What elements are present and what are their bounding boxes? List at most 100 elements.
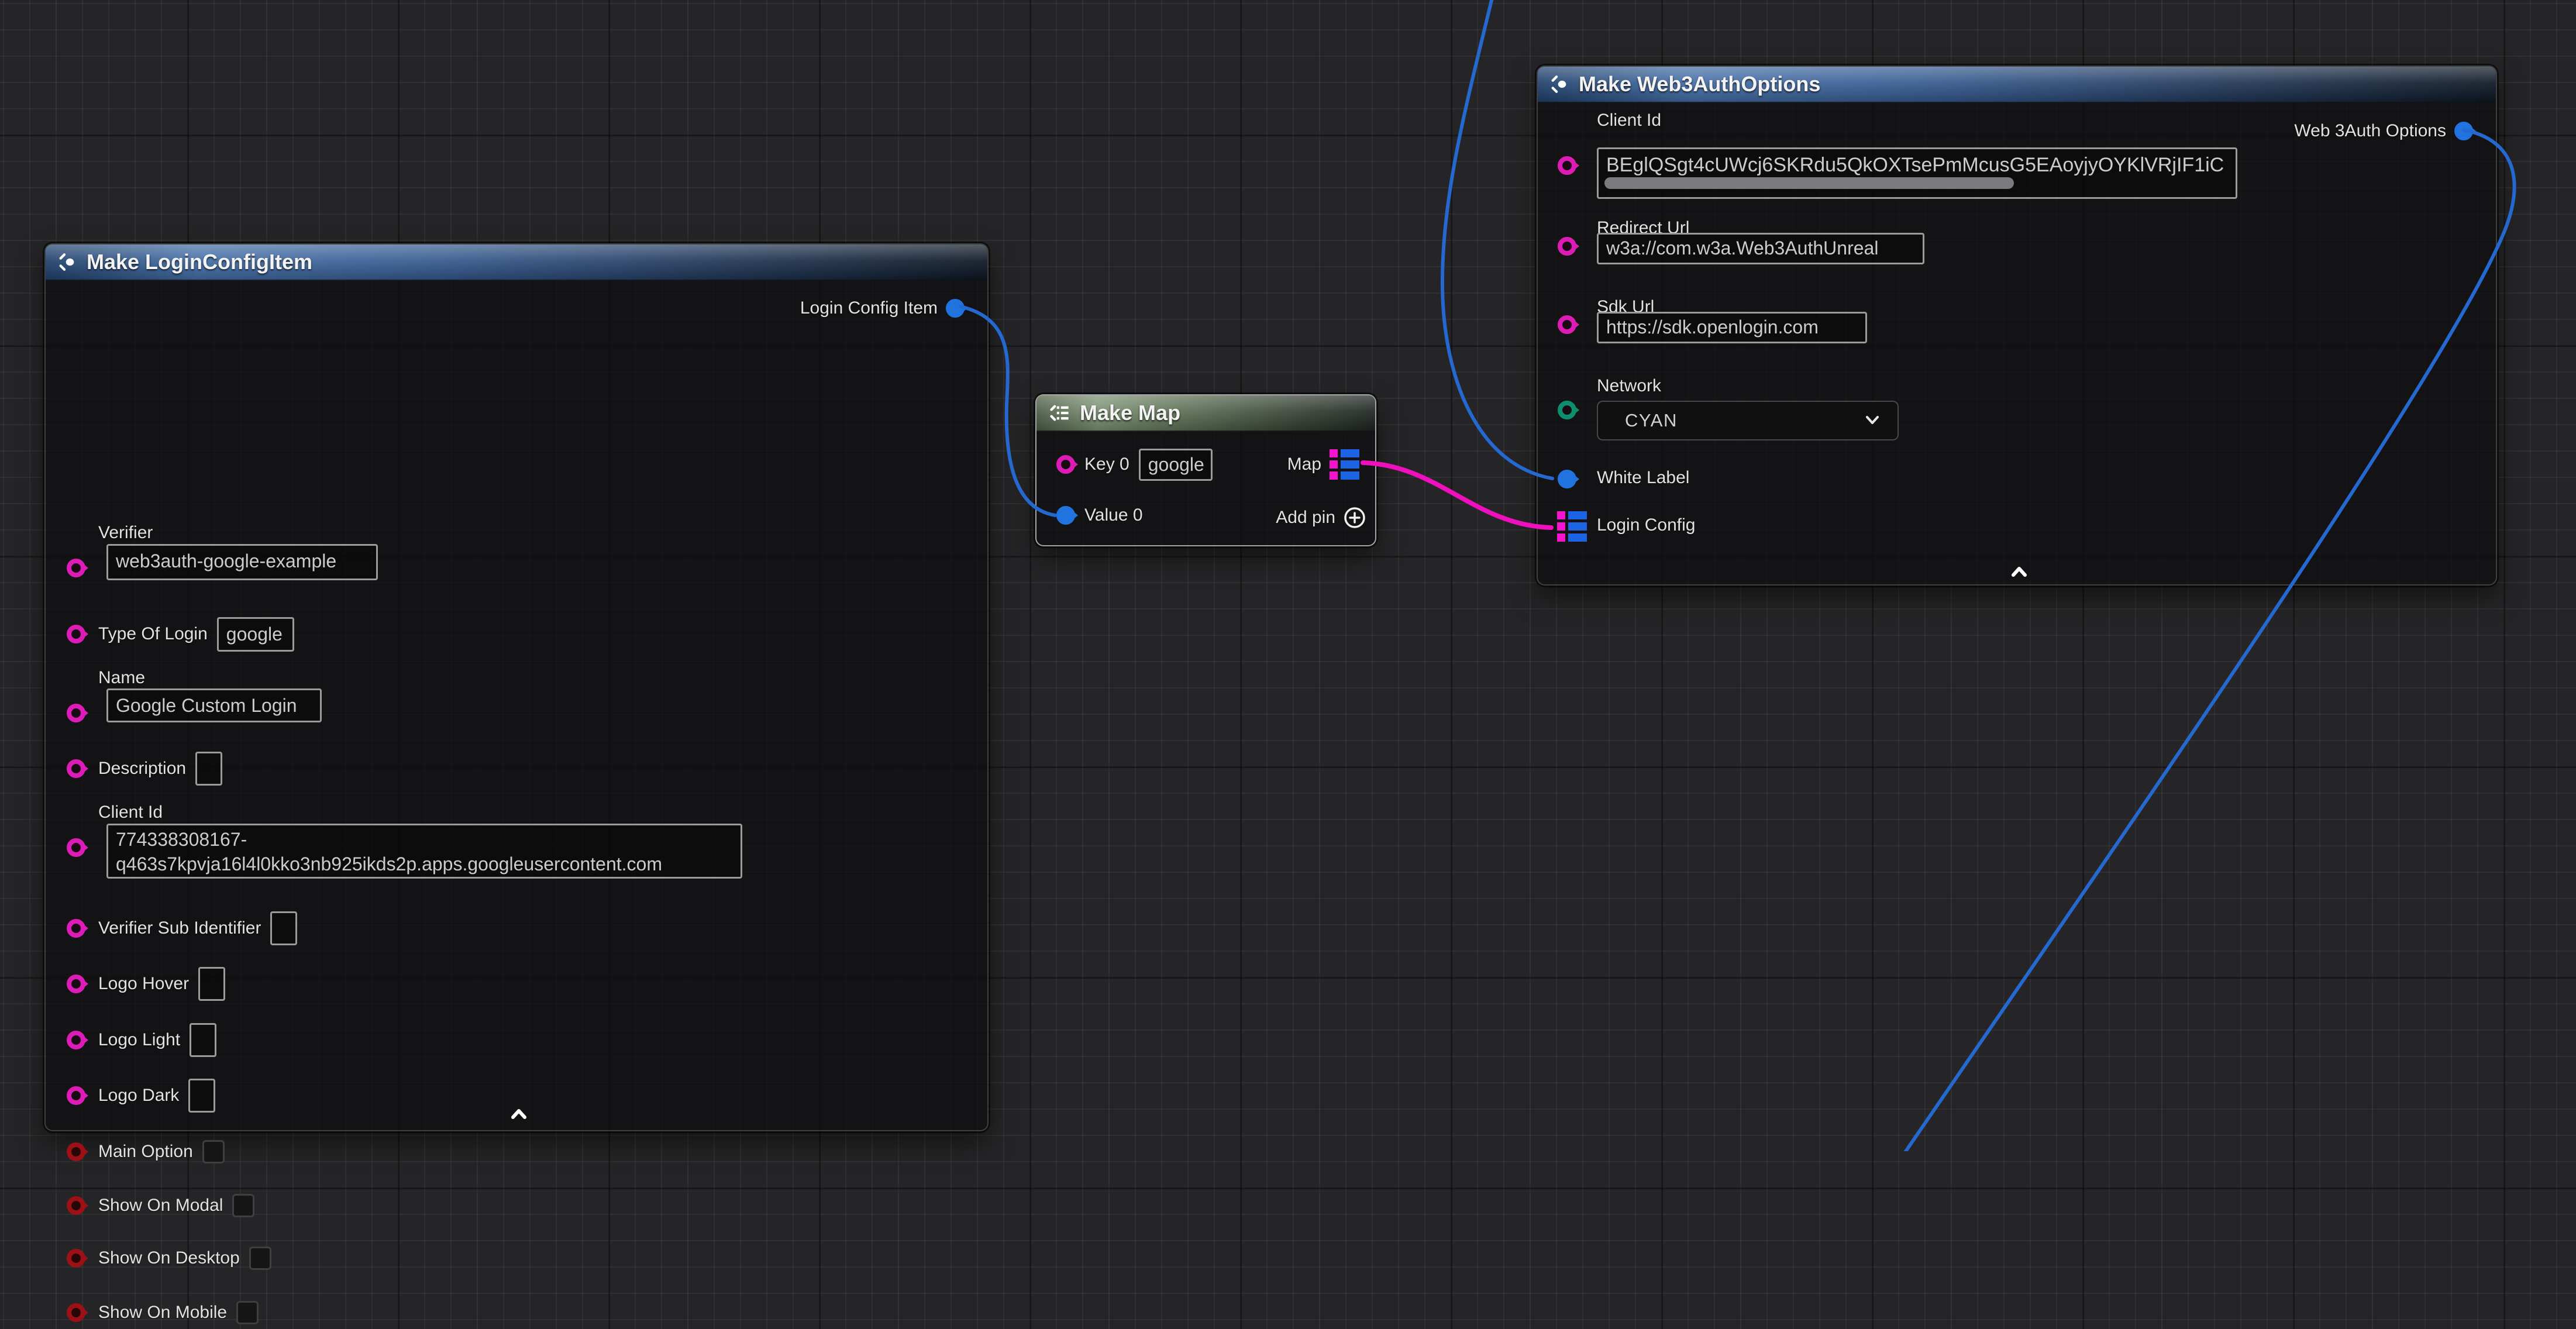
pin-login-config[interactable] <box>1557 511 1587 542</box>
row-description: Description <box>98 752 222 785</box>
redirect-url-input[interactable]: w3a://com.w3a.Web3AuthUnreal <box>1597 233 1924 264</box>
show-on-modal-checkbox[interactable] <box>232 1194 254 1217</box>
node-title: Make LoginConfigItem <box>87 250 312 274</box>
pin-label-network: Network <box>1597 376 1661 396</box>
pin-type-of-login[interactable] <box>67 625 85 643</box>
pin-redirect-url[interactable] <box>1558 237 1576 256</box>
pin-label-web3auth-options: Web 3Auth Options <box>2294 121 2446 141</box>
pin-white-label[interactable] <box>1558 470 1576 488</box>
client-id-input[interactable]: 774338308167-q463s7kpvja16l4l0kko3nb925i… <box>106 824 742 879</box>
pin-description[interactable] <box>67 759 85 778</box>
pin-label-client-id: Client Id <box>1597 111 1661 130</box>
pin-verifier-sub-identifier[interactable] <box>67 919 85 938</box>
pin-sdk-url[interactable] <box>1558 315 1576 334</box>
pin-label-white-label: White Label <box>1597 468 1689 488</box>
pin-show-on-modal[interactable] <box>67 1196 85 1215</box>
row-verifier-sub-identifier: Verifier Sub Identifier <box>98 912 297 945</box>
pin-label-type-of-login: Type Of Login <box>98 624 208 644</box>
pin-label-login-config: Login Config <box>1597 515 1695 535</box>
pin-label-description: Description <box>98 759 186 779</box>
pin-label-logo-dark: Logo Dark <box>98 1086 179 1106</box>
pin-label-value-0: Value 0 <box>1084 505 1143 525</box>
row-value-0: Value 0 <box>1084 499 1143 532</box>
pin-label-logo-light: Logo Light <box>98 1030 180 1050</box>
pin-logo-light[interactable] <box>67 1031 85 1049</box>
add-pin-label: Add pin <box>1276 508 1335 528</box>
client-id-input[interactable]: BEglQSgt4cUWcj6SKRdu5QkOXTsePmMcusG5EAoy… <box>1597 147 2237 199</box>
row-key-0: Key 0 google <box>1084 448 1213 481</box>
pin-label-show-on-modal: Show On Modal <box>98 1196 223 1216</box>
pin-logo-dark[interactable] <box>67 1086 85 1105</box>
pin-main-option[interactable] <box>67 1142 85 1161</box>
pin-label-verifier: Verifier <box>98 523 153 543</box>
row-type-of-login: Type Of Login google <box>98 618 294 650</box>
row-show-on-desktop: Show On Desktop <box>98 1242 271 1275</box>
sdk-url-input[interactable]: https://sdk.openlogin.com <box>1597 312 1867 343</box>
pin-client-id[interactable] <box>67 838 85 857</box>
pin-name[interactable] <box>67 704 85 722</box>
pin-show-on-desktop[interactable] <box>67 1249 85 1268</box>
collapse-chevron-icon[interactable] <box>2006 564 2032 579</box>
client-id-text: BEglQSgt4cUWcj6SKRdu5QkOXTsePmMcusG5EAoy… <box>1606 154 2224 176</box>
make-struct-icon <box>1549 74 1569 94</box>
client-id-scrollbar[interactable] <box>1604 177 2014 189</box>
chevron-down-icon <box>1862 415 1882 426</box>
pin-label-show-on-mobile: Show On Mobile <box>98 1303 227 1323</box>
pin-value-0[interactable] <box>1056 506 1075 525</box>
row-logo-dark: Logo Dark <box>98 1079 215 1112</box>
verifier-input[interactable]: web3auth-google-example <box>106 544 378 580</box>
pin-label-verifier-sub-identifier: Verifier Sub Identifier <box>98 918 261 938</box>
add-pin-row[interactable]: Add pin <box>1276 501 1366 534</box>
row-logo-hover: Logo Hover <box>98 968 225 1000</box>
pin-verifier[interactable] <box>67 559 85 577</box>
pin-label-login-config-item: Login Config Item <box>800 298 938 318</box>
row-show-on-modal: Show On Modal <box>98 1189 254 1222</box>
wire-top-to-whitelabel[interactable] <box>1442 0 1552 478</box>
node-title: Make Map <box>1080 401 1180 425</box>
pin-show-on-mobile[interactable] <box>67 1303 85 1322</box>
pin-label-name: Name <box>98 668 145 688</box>
logo-dark-input[interactable] <box>188 1079 215 1113</box>
pin-label-key-0: Key 0 <box>1084 455 1129 474</box>
output-row-login-config-item: Login Config Item <box>800 292 970 325</box>
pin-label-logo-hover: Logo Hover <box>98 974 189 994</box>
pin-label-show-on-desktop: Show On Desktop <box>98 1248 240 1268</box>
name-input[interactable]: Google Custom Login <box>106 688 322 722</box>
node-make-map[interactable]: Make Map Key 0 google Map Value 0 Add pi… <box>1035 394 1376 546</box>
node-title: Make Web3AuthOptions <box>1579 72 1820 97</box>
wire-map-to-loginconfig[interactable] <box>1363 463 1551 528</box>
pin-network[interactable] <box>1558 401 1576 419</box>
row-logo-light: Logo Light <box>98 1024 216 1056</box>
pin-logo-hover[interactable] <box>67 975 85 993</box>
row-show-on-mobile: Show On Mobile <box>98 1296 259 1329</box>
make-struct-icon <box>57 252 77 272</box>
verifier-sub-identifier-input[interactable] <box>270 911 297 945</box>
add-pin-icon[interactable] <box>1344 507 1366 529</box>
main-option-checkbox[interactable] <box>202 1140 225 1163</box>
pin-label-main-option: Main Option <box>98 1142 193 1162</box>
pin-label-client-id: Client Id <box>98 803 163 822</box>
pin-client-id[interactable] <box>1558 156 1576 175</box>
node-header[interactable]: Make Web3AuthOptions <box>1538 67 2496 103</box>
node-make-web3authoptions[interactable]: Make Web3AuthOptions Client Id BEglQSgt4… <box>1537 66 2497 586</box>
logo-light-input[interactable] <box>190 1023 216 1057</box>
output-row-web3auth-options: Web 3Auth Options <box>2294 115 2479 147</box>
pin-label-map: Map <box>1287 455 1321 474</box>
row-main-option: Main Option <box>98 1135 225 1168</box>
network-selected-value: CYAN <box>1625 410 1678 431</box>
pin-map-output[interactable] <box>1330 449 1359 480</box>
show-on-desktop-checkbox[interactable] <box>249 1247 271 1270</box>
collapse-chevron-icon[interactable] <box>506 1107 532 1121</box>
node-header[interactable]: Make LoginConfigItem <box>46 245 987 281</box>
output-row-map: Map <box>1287 448 1359 481</box>
network-dropdown[interactable]: CYAN <box>1597 401 1899 440</box>
node-make-loginconfigitem[interactable]: Make LoginConfigItem Verifier web3auth-g… <box>44 243 989 1131</box>
key-0-input[interactable]: google <box>1139 449 1213 481</box>
show-on-mobile-checkbox[interactable] <box>236 1301 259 1324</box>
pin-key-0[interactable] <box>1056 455 1075 474</box>
type-of-login-input[interactable]: google <box>217 617 294 652</box>
make-map-icon <box>1048 403 1070 423</box>
node-header[interactable]: Make Map <box>1036 395 1375 432</box>
logo-hover-input[interactable] <box>198 967 225 1001</box>
description-input[interactable] <box>195 752 222 786</box>
